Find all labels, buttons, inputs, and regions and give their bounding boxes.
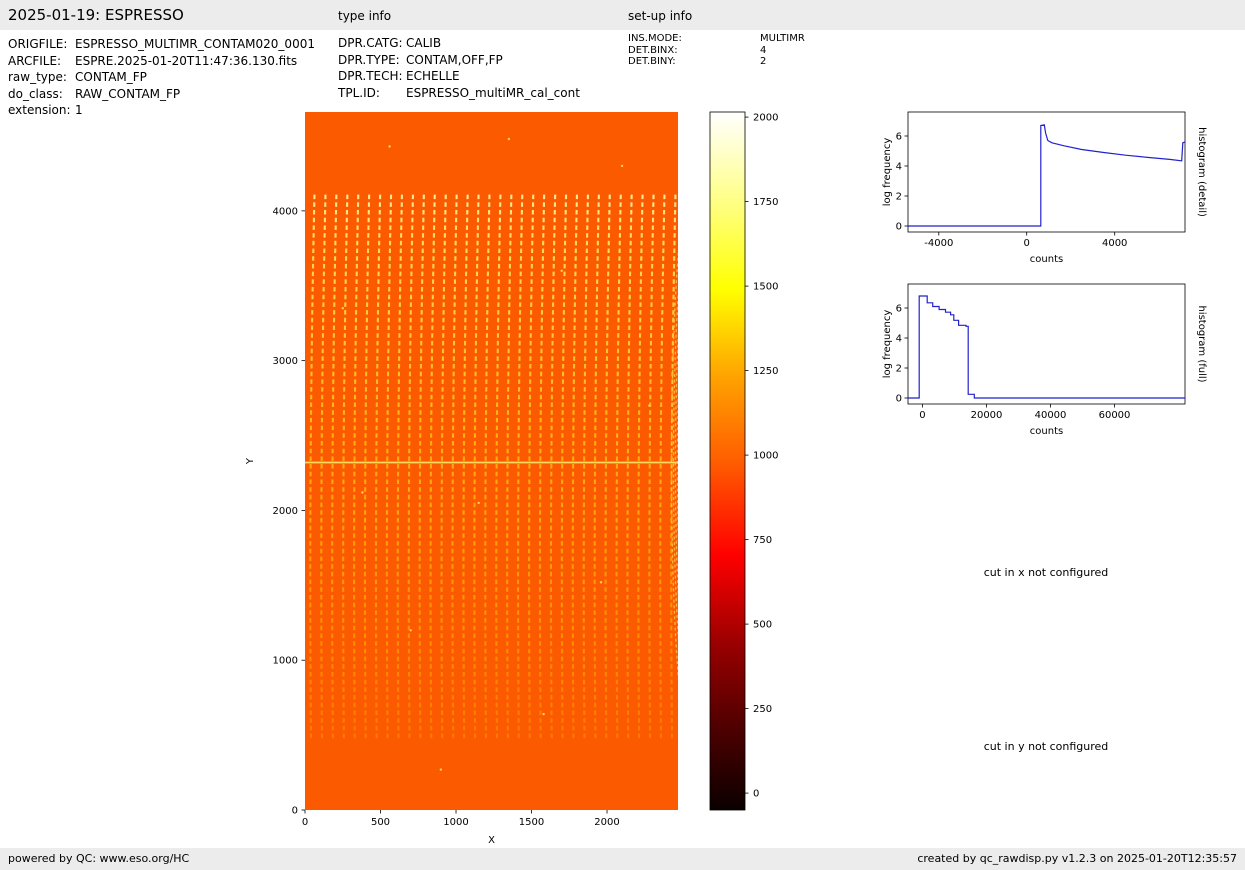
- meta-row-tpl-id: TPL.ID: ESPRESSO_multiMR_cal_cont: [338, 85, 580, 102]
- svg-text:log frequency: log frequency: [882, 138, 893, 207]
- svg-text:500: 500: [371, 817, 390, 828]
- meta-row-dpr-tech: DPR.TECH: ECHELLE: [338, 68, 580, 85]
- svg-text:Y: Y: [245, 457, 256, 465]
- meta-label: do_class:: [8, 86, 63, 101]
- footer-created-by: created by qc_rawdisp.py v1.2.3 on 2025-…: [917, 852, 1237, 865]
- svg-text:4000: 4000: [273, 206, 298, 217]
- svg-text:1000: 1000: [753, 451, 778, 462]
- svg-text:60000: 60000: [1099, 410, 1131, 421]
- qc-report-page: 2025-01-19: ESPRESSO type info set-up in…: [0, 0, 1245, 870]
- meta-value: 4: [760, 44, 767, 56]
- svg-text:2000: 2000: [594, 817, 619, 828]
- svg-text:2: 2: [896, 192, 902, 203]
- type-info-block: DPR.CATG: CALIB DPR.TYPE: CONTAM,OFF,FP …: [338, 35, 580, 101]
- meta-label: DET.BINX:: [628, 44, 678, 56]
- meta-value: ESPRE.2025-01-20T11:47:36.130.fits: [75, 53, 298, 68]
- svg-text:0: 0: [292, 806, 298, 817]
- svg-text:0: 0: [1024, 238, 1030, 249]
- meta-row-raw-type: raw_type: CONTAM_FP: [8, 69, 315, 86]
- svg-text:1750: 1750: [753, 197, 778, 208]
- svg-text:1250: 1250: [753, 366, 778, 377]
- svg-text:6: 6: [896, 132, 902, 143]
- meta-value: 2: [760, 56, 767, 67]
- meta-label: DPR.TYPE:: [338, 52, 400, 67]
- svg-text:1500: 1500: [753, 282, 778, 293]
- meta-label: DET.BINY:: [628, 56, 676, 67]
- meta-row-origfile: ORIGFILE: ESPRESSO_MULTIMR_CONTAM020_000…: [8, 36, 315, 53]
- svg-text:3000: 3000: [273, 356, 298, 367]
- meta-value: CONTAM_FP: [75, 70, 147, 84]
- svg-text:1500: 1500: [519, 817, 544, 828]
- svg-text:2: 2: [896, 364, 902, 375]
- svg-text:500: 500: [753, 620, 772, 631]
- svg-text:20000: 20000: [971, 410, 1003, 421]
- svg-text:0: 0: [896, 394, 902, 405]
- svg-text:0: 0: [896, 222, 902, 233]
- meta-row-det-binx: DET.BINX: 4: [628, 45, 805, 57]
- meta-row-arcfile: ARCFILE: ESPRE.2025-01-20T11:47:36.130.f…: [8, 53, 315, 70]
- svg-text:0: 0: [753, 789, 759, 800]
- meta-label: INS.MODE:: [628, 33, 682, 44]
- top-bar: 2025-01-19: ESPRESSO type info set-up in…: [0, 0, 1245, 30]
- setup-info-heading: set-up info: [628, 9, 693, 23]
- svg-text:histogram (detail): histogram (detail): [1196, 127, 1207, 217]
- histogram-detail-plot: -4000 0 4000 0 2 4 6 counts log frequency histogr…: [882, 111, 1207, 265]
- histogram-full-plot: 0 20000 40000 60000 0 2 4 6 counts log frequency h…: [882, 283, 1207, 437]
- svg-text:X: X: [488, 835, 495, 846]
- svg-text:log frequency: log frequency: [882, 310, 893, 379]
- svg-text:4: 4: [896, 334, 902, 345]
- svg-text:1000: 1000: [443, 817, 468, 828]
- meta-value: RAW_CONTAM_FP: [75, 86, 181, 101]
- cut-x-note: cut in x not configured: [983, 566, 1109, 579]
- meta-label: DPR.TECH:: [338, 69, 403, 83]
- svg-text:-4000: -4000: [924, 238, 953, 249]
- meta-value: ESPRESSO_multiMR_cal_cont: [406, 85, 580, 100]
- svg-text:histogram (full): histogram (full): [1196, 305, 1207, 382]
- svg-text:counts: counts: [1030, 426, 1063, 437]
- meta-value: MULTIMR: [760, 33, 805, 44]
- meta-row-det-biny: DET.BINY: 2: [628, 56, 805, 68]
- meta-label: ORIGFILE:: [8, 37, 68, 51]
- meta-value: 1: [75, 103, 83, 117]
- meta-value: CALIB: [406, 36, 442, 50]
- meta-label: DPR.CATG:: [338, 36, 403, 50]
- svg-text:750: 750: [753, 535, 772, 546]
- footer-powered-by: powered by QC: www.eso.org/HC: [8, 852, 190, 865]
- svg-text:1000: 1000: [273, 656, 298, 667]
- meta-label: ARCFILE:: [8, 53, 62, 68]
- meta-label: raw_type:: [8, 70, 67, 84]
- meta-row-dpr-type: DPR.TYPE: CONTAM,OFF,FP: [338, 52, 580, 69]
- svg-text:0: 0: [302, 817, 308, 828]
- meta-value: ESPRESSO_MULTIMR_CONTAM020_0001: [75, 37, 315, 51]
- svg-text:counts: counts: [1030, 254, 1063, 265]
- svg-text:40000: 40000: [1035, 410, 1067, 421]
- type-info-heading: type info: [338, 9, 392, 23]
- svg-text:2000: 2000: [753, 113, 778, 124]
- page-title: 2025-01-19: ESPRESSO: [8, 6, 184, 24]
- svg-text:6: 6: [896, 304, 902, 315]
- meta-value: CONTAM,OFF,FP: [406, 52, 503, 67]
- footer-bar: powered by QC: www.eso.org/HC created by…: [0, 848, 1245, 870]
- meta-label: TPL.ID:: [338, 85, 380, 100]
- cut-y-note: cut in y not configured: [983, 740, 1109, 753]
- meta-row-ins-mode: INS.MODE: MULTIMR: [628, 33, 805, 45]
- svg-text:4000: 4000: [1102, 238, 1127, 249]
- setup-info-block: INS.MODE: MULTIMR DET.BINX: 4 DET.BINY: …: [628, 33, 805, 68]
- svg-text:250: 250: [753, 704, 772, 715]
- meta-label: extension:: [8, 103, 71, 117]
- svg-text:0: 0: [919, 410, 925, 421]
- svg-text:2000: 2000: [273, 506, 298, 517]
- meta-row-dpr-catg: DPR.CATG: CALIB: [338, 35, 580, 52]
- svg-text:4: 4: [896, 162, 902, 173]
- raw-image-plot: 0 500 1000 1500 2000 0 1000 2000 3000 4000 X Y: [245, 112, 678, 846]
- meta-value: ECHELLE: [406, 69, 460, 83]
- colorbar: 0 250 500 750 1000 1250 1500 1750 2000: [709, 111, 778, 811]
